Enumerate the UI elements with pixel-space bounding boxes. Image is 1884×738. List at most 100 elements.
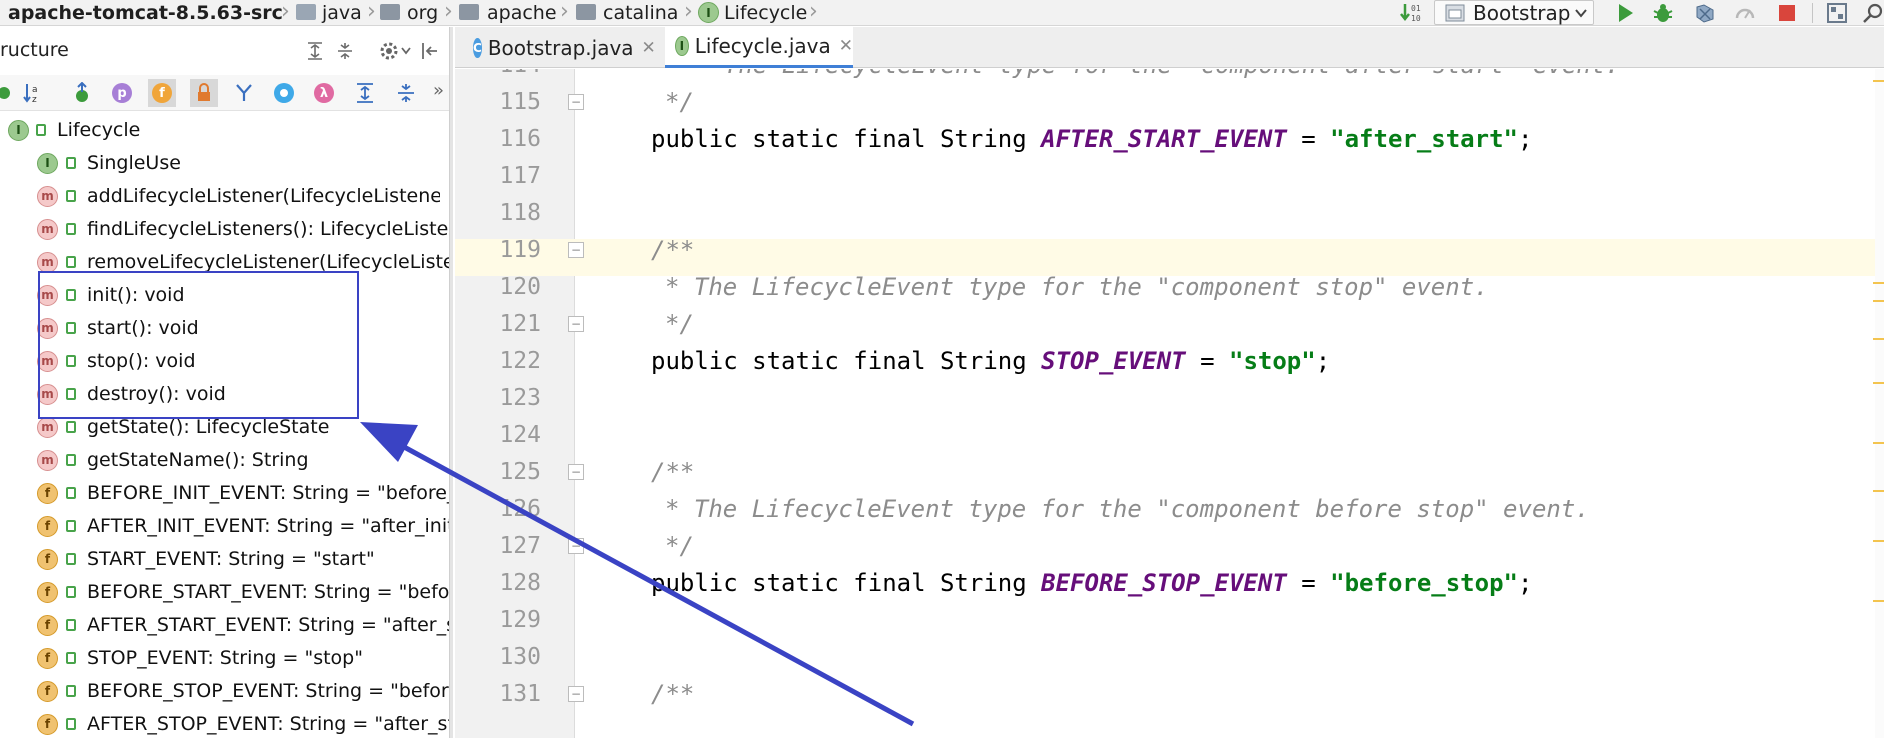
profiler-icon[interactable] [1734,2,1756,24]
public-icon [66,454,76,466]
field-icon: f [37,483,58,504]
warning-marker[interactable] [1873,540,1884,542]
collapse-all-icon[interactable] [335,41,355,61]
show-non-public-button[interactable] [190,79,218,107]
annotation-box [38,271,359,419]
hierarchy-icon [236,84,252,101]
line-number: 128 [499,570,541,596]
tree-item[interactable]: f AFTER_START_EVENT: String = "after_s [0,609,449,642]
sort-alphabetically-button[interactable]: a z [20,79,48,107]
method-icon: m [37,450,58,471]
code-line: * The LifecycleEvent type for the "compo… [695,69,1620,84]
warning-marker[interactable] [1873,442,1884,444]
operator: = [1185,347,1229,375]
search-icon[interactable] [1862,2,1884,24]
panel-splitter[interactable] [449,27,453,738]
expand-all-icon[interactable] [305,41,325,61]
field-icon: f [37,648,58,669]
public-icon [66,586,76,598]
warning-marker[interactable] [1873,490,1884,492]
panel-title: ructure [0,39,69,61]
collapse-icon [398,84,414,102]
show-fields-button[interactable]: f [148,79,176,107]
collapse-structure-button[interactable] [392,79,420,107]
tree-item-label: AFTER_START_EVENT: String = "after_s [87,614,449,636]
stop-icon[interactable] [1776,2,1798,24]
public-icon [66,553,76,565]
code-line: public static final String STOP_EVENT = … [651,343,1330,380]
breadcrumb-catalina[interactable]: catalina [603,0,678,26]
fold-marker[interactable]: − [568,94,584,110]
gear-icon[interactable] [378,40,400,62]
expand-structure-button[interactable] [351,79,379,107]
sort-visibility-button[interactable] [0,79,18,107]
folder-icon [576,4,596,20]
show-anonymous-button[interactable] [270,79,298,107]
tree-item[interactable]: f STOP_EVENT: String = "stop" [0,642,449,675]
code-editor[interactable]: 114 * The LifecycleEvent type for the "c… [455,69,1884,738]
code-line: * The LifecycleEvent type for the "compo… [665,495,1590,523]
inherited-icon [76,82,88,102]
show-properties-button[interactable]: p [108,79,136,107]
debug-icon[interactable] [1652,2,1674,24]
warning-marker[interactable] [1873,282,1884,284]
warning-marker[interactable] [1873,600,1884,602]
more-icon[interactable]: » [433,80,444,101]
tree-item[interactable]: f BEFORE_START_EVENT: String = "befo [0,576,449,609]
run-configuration-select[interactable]: Bootstrap [1434,0,1594,25]
tree-item[interactable]: m addLifecycleListener(LifecycleListener… [0,180,440,213]
fold-marker[interactable]: − [568,316,584,332]
warning-marker[interactable] [1873,338,1884,340]
breadcrumb-org[interactable]: org [407,0,438,26]
tree-item-label: SingleUse [87,152,181,174]
line-number: 118 [499,200,541,226]
run-icon[interactable] [1614,2,1636,24]
show-inherited-button[interactable] [68,79,96,107]
hide-panel-icon[interactable] [420,41,440,61]
warning-marker[interactable] [1873,300,1884,302]
breadcrumb-apache[interactable]: apache [487,0,557,26]
warning-marker[interactable] [1873,80,1884,82]
show-lambdas-button[interactable]: λ [310,79,338,107]
tree-item[interactable]: f AFTER_STOP_EVENT: String = "after_st [0,708,449,738]
fold-marker[interactable]: − [568,538,584,554]
tree-item[interactable]: m findLifecycleListeners(): LifecycleLis… [0,213,449,246]
breadcrumb-project[interactable]: apache-tomcat-8.5.63-src [8,0,283,26]
line-number: 126 [499,496,541,522]
close-icon[interactable]: ✕ [839,36,853,56]
breadcrumb-separator: › [560,0,569,24]
tree-item[interactable]: f AFTER_INIT_EVENT: String = "after_init [0,510,449,543]
public-icon [66,256,76,268]
tree-item[interactable]: f BEFORE_STOP_EVENT: String = "befor [0,675,449,708]
close-icon[interactable]: ✕ [642,38,656,58]
project-structure-icon[interactable] [1826,2,1848,24]
tree-item-label: BEFORE_STOP_EVENT: String = "befor [87,680,449,702]
constant: BEFORE_STOP_EVENT [1041,569,1287,597]
tree-item[interactable]: f BEFORE_INIT_EVENT: String = "before_ [0,477,449,510]
breadcrumb-lifecycle[interactable]: Lifecycle [724,0,807,26]
build-icon[interactable]: 01 10 [1400,2,1422,24]
fold-marker[interactable]: − [568,686,584,702]
property-icon: p [112,83,132,103]
tree-item[interactable]: I SingleUse [0,147,440,180]
tree-item[interactable]: m getStateName(): String [0,444,440,477]
chevron-down-icon [1575,9,1587,18]
expand-icon [357,83,373,103]
warning-marker[interactable] [1873,382,1884,384]
tab-bootstrap[interactable]: C Bootstrap.java ✕ [463,27,656,68]
show-hierarchy-button[interactable] [230,79,258,107]
fold-marker[interactable]: − [568,242,584,258]
tab-lifecycle[interactable]: I Lifecycle.java ✕ [665,27,853,68]
tree-item[interactable]: f START_EVENT: String = "start" [0,543,449,576]
chevron-down-icon[interactable] [401,47,411,55]
editor-tabs: C Bootstrap.java ✕ I Lifecycle.java ✕ [455,27,1884,68]
editor-scrollbar[interactable] [1875,69,1884,738]
coverage-icon[interactable] [1694,2,1716,24]
public-icon [66,652,76,664]
tree-item-lifecycle[interactable]: I Lifecycle [0,114,440,147]
method-icon: m [37,186,58,207]
breadcrumb-java[interactable]: java [322,0,362,26]
line-number: 114 [455,69,541,84]
folder-icon [296,4,316,20]
fold-marker[interactable]: − [568,464,584,480]
